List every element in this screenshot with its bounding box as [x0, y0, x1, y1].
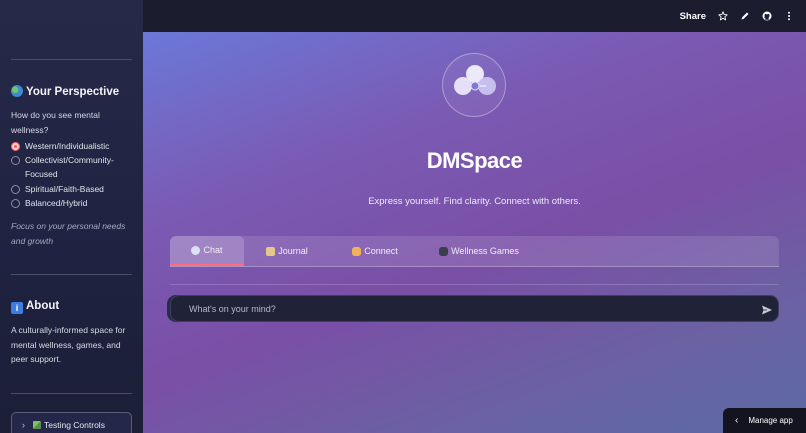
manage-app-label: Manage app: [748, 416, 793, 425]
speech-bubble-icon: [191, 245, 201, 255]
tab-connect[interactable]: Connect: [340, 236, 410, 266]
chevron-right-icon: ›: [22, 420, 25, 430]
github-icon[interactable]: [762, 11, 772, 21]
tab-wellness-games[interactable]: Wellness Games: [434, 236, 524, 266]
testing-controls-label: Testing Controls: [44, 420, 105, 430]
radio-selected-icon[interactable]: [11, 141, 20, 151]
scroll-icon: [266, 246, 276, 256]
radio-option-western[interactable]: Western/Individualistic: [11, 139, 136, 153]
sidebar-divider: [11, 59, 132, 60]
app-logo: [442, 53, 506, 117]
tab-label: Wellness Games: [451, 246, 519, 256]
radio-label: Balanced/Hybrid: [25, 198, 88, 208]
chevron-left-icon: ‹: [735, 415, 739, 426]
radio-option-collectivist[interactable]: Collectivist/Community-Focused: [11, 153, 131, 181]
tab-label: Chat: [203, 245, 223, 255]
radio-unselected-icon[interactable]: [11, 198, 20, 208]
star-icon[interactable]: [718, 11, 728, 21]
app-title: DMSpace: [426, 148, 523, 173]
sidebar: Your Perspective How do you see mental w…: [0, 0, 143, 433]
pencil-icon[interactable]: [740, 11, 750, 21]
more-menu-icon[interactable]: [784, 11, 794, 21]
radio-label: Spiritual/Faith-Based: [25, 184, 104, 194]
handshake-icon: [352, 246, 362, 256]
tab-panel-divider: [170, 284, 779, 285]
perspective-note: Focus on your personal needs and growth: [11, 221, 126, 246]
radio-option-spiritual[interactable]: Spiritual/Faith-Based: [11, 182, 136, 196]
share-button[interactable]: Share: [680, 11, 706, 22]
globe-icon: [11, 85, 23, 97]
about-text: A culturally-informed space for mental w…: [11, 325, 126, 364]
about-heading: i About: [11, 300, 59, 314]
about-heading-text: About: [26, 300, 60, 312]
radio-label: Western/Individualistic: [25, 141, 110, 151]
info-icon: i: [11, 302, 23, 314]
perspective-heading: Your Perspective: [11, 85, 119, 98]
testing-controls-expander[interactable]: › Testing Controls: [11, 412, 132, 433]
manage-app-button[interactable]: ‹ Manage app: [723, 408, 806, 433]
tab-label: Connect: [364, 246, 398, 256]
pen-icon: [33, 421, 41, 429]
perspective-heading-text: Your Perspective: [26, 86, 120, 98]
radio-unselected-icon[interactable]: [11, 184, 20, 194]
tab-divider: [170, 266, 779, 267]
tab-chat[interactable]: Chat: [170, 236, 244, 266]
sidebar-divider: [11, 274, 132, 275]
tagline: Express yourself. Find clarity. Connect …: [368, 196, 581, 207]
tab-bar: Chat Journal Connect Wellness Games: [170, 236, 779, 266]
sidebar-divider: [11, 393, 132, 394]
tab-journal[interactable]: Journal: [250, 236, 324, 266]
main-content: DMSpace Express yourself. Find clarity. …: [143, 32, 806, 433]
chat-input[interactable]: [170, 295, 779, 322]
radio-unselected-icon[interactable]: [11, 155, 20, 165]
send-icon[interactable]: [761, 303, 773, 315]
perspective-question: How do you see mental wellness?: [11, 110, 100, 135]
gamepad-icon: [439, 246, 449, 256]
radio-label: Collectivist/Community-Focused: [25, 155, 114, 179]
radio-option-balanced[interactable]: Balanced/Hybrid: [11, 196, 136, 210]
tab-label: Journal: [278, 246, 308, 256]
top-bar: Share: [143, 0, 806, 32]
